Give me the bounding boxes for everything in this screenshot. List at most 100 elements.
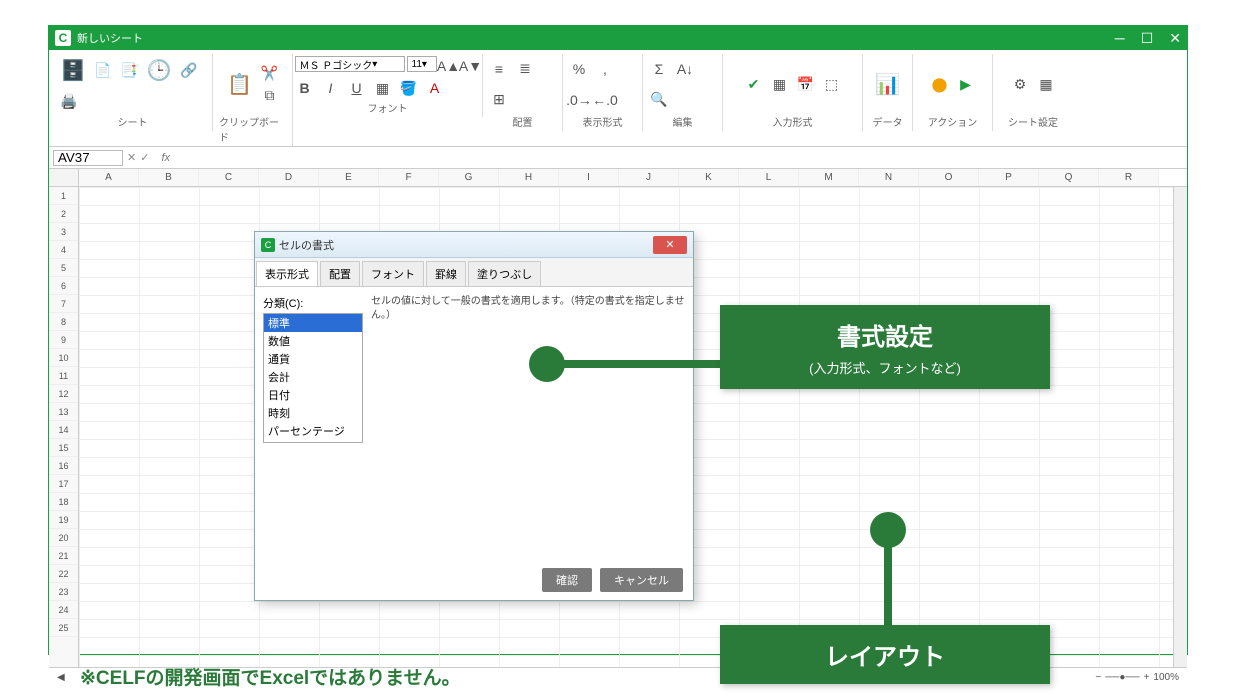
fillcolor-icon[interactable]: 🪣 [399,78,419,98]
row-header[interactable]: 1 [49,187,78,205]
column-header[interactable]: H [499,169,559,186]
row-header[interactable]: 5 [49,259,78,277]
column-header[interactable]: G [439,169,499,186]
row-header[interactable]: 9 [49,331,78,349]
row-header[interactable]: 12 [49,385,78,403]
zoom-in-icon[interactable]: + [1144,672,1150,683]
merge-icon[interactable]: ⊞ [489,90,509,110]
cut-icon[interactable]: ✂️ [260,63,280,83]
column-header[interactable]: Q [1039,169,1099,186]
zoom-out-icon[interactable]: − [1095,672,1101,683]
link-icon[interactable]: 🔗 [179,61,199,81]
category-item[interactable]: 会計 [264,368,362,386]
maximize-button[interactable]: ☐ [1141,30,1154,47]
hscroll-left-icon[interactable]: ◀ [57,672,65,683]
column-header[interactable]: K [679,169,739,186]
align-left-icon[interactable]: ≡ [489,59,509,79]
name-box[interactable] [53,150,123,166]
column-header[interactable]: A [79,169,139,186]
category-item[interactable]: 標準 [264,314,362,332]
button-icon[interactable]: ⬚ [822,74,842,94]
calendar-icon[interactable]: 📅 [796,74,816,94]
fx-icon[interactable]: fx [161,152,170,164]
row-header[interactable]: 20 [49,529,78,547]
copy-sheet-icon[interactable]: 📑 [119,61,139,81]
column-header[interactable]: F [379,169,439,186]
row-header[interactable]: 18 [49,493,78,511]
column-header[interactable]: P [979,169,1039,186]
percent-icon[interactable]: % [569,59,589,79]
bold-icon[interactable]: B [295,78,315,98]
row-header[interactable]: 16 [49,457,78,475]
row-header[interactable]: 22 [49,565,78,583]
row-header[interactable]: 24 [49,601,78,619]
column-header[interactable]: B [139,169,199,186]
sheetset-icon[interactable]: ▦ [1036,74,1056,94]
gear-icon[interactable]: ⚙ [1010,74,1030,94]
paste-icon[interactable]: 📋 [226,70,254,98]
vertical-scrollbar[interactable] [1173,187,1187,667]
dec-dec-icon[interactable]: ←.0 [595,90,615,110]
column-header[interactable]: E [319,169,379,186]
dialog-tab[interactable]: 表示形式 [256,261,318,286]
find-icon[interactable]: 🔍 [649,90,669,110]
row-header[interactable]: 7 [49,295,78,313]
row-header[interactable]: 21 [49,547,78,565]
font-shrink-icon[interactable]: A▼ [461,56,481,76]
column-header[interactable]: C [199,169,259,186]
category-item[interactable]: 時刻 [264,404,362,422]
font-size-select[interactable]: 11 ▾ [407,56,437,72]
category-item[interactable]: 数値 [264,332,362,350]
fontcolor-icon[interactable]: A [425,78,445,98]
sort-az-icon[interactable]: A↓ [675,59,695,79]
column-header[interactable]: O [919,169,979,186]
sum-icon[interactable]: Σ [649,59,669,79]
sheet-new-icon[interactable]: 📄 [93,61,113,81]
row-header[interactable]: 6 [49,277,78,295]
data-icon[interactable]: 📊 [874,70,902,98]
column-header[interactable]: D [259,169,319,186]
copy-icon[interactable]: ⧉ [260,85,280,105]
row-header[interactable]: 11 [49,367,78,385]
cancel-edit-icon[interactable]: ✕ [127,151,136,164]
column-header[interactable]: L [739,169,799,186]
ok-button[interactable]: 確認 [542,568,592,592]
align-center-icon[interactable]: ≣ [515,59,535,79]
font-name-select[interactable]: ＭＳ Ｐゴシック ▾ [295,56,405,72]
print-icon[interactable]: 🖨️ [59,92,79,112]
action-icon[interactable]: ⬤ [930,74,950,94]
select-all-corner[interactable] [49,169,79,186]
category-item[interactable]: パーセンテージ [264,422,362,440]
row-header[interactable]: 25 [49,619,78,637]
font-grow-icon[interactable]: A▲ [439,56,459,76]
confirm-edit-icon[interactable]: ✓ [140,151,149,164]
dec-inc-icon[interactable]: .0→ [569,90,589,110]
check-icon[interactable]: ✔ [744,74,764,94]
minimize-button[interactable]: ─ [1115,30,1125,47]
row-header[interactable]: 17 [49,475,78,493]
dialog-tab[interactable]: 罫線 [426,261,466,286]
category-item[interactable]: 通貨 [264,350,362,368]
underline-icon[interactable]: U [347,78,367,98]
clock-icon[interactable]: 🕒 [145,57,173,85]
column-header[interactable]: M [799,169,859,186]
dialog-tab[interactable]: 塗りつぶし [468,261,541,286]
column-header[interactable]: N [859,169,919,186]
row-header[interactable]: 15 [49,439,78,457]
category-list[interactable]: 標準数値通貨会計日付時刻パーセンテージ文字列その他 [263,313,363,443]
row-header[interactable]: 19 [49,511,78,529]
border-icon[interactable]: ▦ [373,78,393,98]
column-header[interactable]: J [619,169,679,186]
db-icon[interactable]: 🗄️ [59,57,87,85]
dialog-tab[interactable]: 配置 [320,261,360,286]
comma-icon[interactable]: , [595,59,615,79]
category-item[interactable]: 日付 [264,386,362,404]
row-header[interactable]: 10 [49,349,78,367]
row-header[interactable]: 14 [49,421,78,439]
play-icon[interactable]: ▶ [956,74,976,94]
close-button[interactable]: ✕ [1169,30,1181,47]
italic-icon[interactable]: I [321,78,341,98]
row-header[interactable]: 8 [49,313,78,331]
row-header[interactable]: 23 [49,583,78,601]
grid-icon[interactable]: ▦ [770,74,790,94]
